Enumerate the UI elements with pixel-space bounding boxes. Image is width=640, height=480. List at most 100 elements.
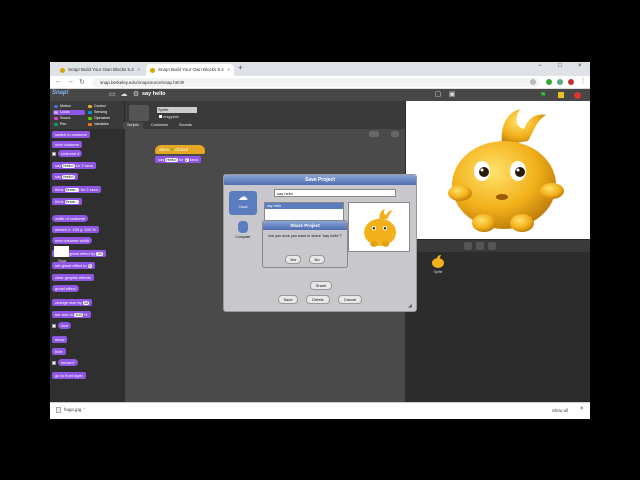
category-color-swatch [54, 123, 58, 126]
turtle-icon[interactable] [476, 242, 484, 250]
watcher-checkbox[interactable] [52, 361, 56, 365]
cancel-button[interactable]: Cancel [338, 295, 362, 304]
stop-icon[interactable] [574, 92, 581, 99]
browser-tab-2[interactable]: Snap! Build Your Own Blocks 5.4 × [146, 64, 234, 76]
block-stretch[interactable]: stretch x: 100 y: 100 % [52, 226, 99, 233]
stage-thumbnail[interactable]: Stage [53, 246, 71, 268]
watcher-checkbox[interactable] [52, 324, 56, 328]
block-size[interactable]: size [58, 322, 72, 329]
file-icon[interactable]: ▭ [108, 91, 116, 99]
chevron-down-icon[interactable]: ⌃ [83, 407, 87, 412]
stage[interactable] [406, 101, 590, 239]
block-say-for-secs[interactable]: say Hello! for 2 secs [52, 162, 97, 169]
cloud-icon: ☁ [238, 192, 248, 203]
block-shown[interactable]: shown? [58, 359, 78, 366]
category-operators[interactable]: Operators [87, 116, 119, 121]
sprite-thumbnail[interactable]: Sprite [430, 254, 446, 274]
extension-icon[interactable] [557, 79, 563, 85]
category-sound[interactable]: Sound [53, 116, 85, 121]
watcher-checkbox[interactable] [52, 152, 56, 156]
share-confirm-dialog: Share Project Are you sure you want to s… [262, 220, 348, 268]
category-looks[interactable]: Looks [53, 110, 85, 115]
hugo-thumbnail-icon [432, 255, 444, 268]
tab-costumes[interactable]: Costumes [147, 122, 172, 129]
green-flag-icon: ⚑ [170, 147, 174, 152]
no-button[interactable]: No [309, 255, 325, 264]
close-window-button[interactable]: × [578, 63, 582, 69]
block-costume-attribute[interactable]: width of costume [52, 215, 89, 222]
category-variables[interactable]: Variables [87, 122, 119, 127]
cloud-icon[interactable]: ☁ [120, 91, 128, 99]
category-pen[interactable]: Pen [53, 122, 85, 127]
reload-button[interactable]: ↻ [79, 78, 85, 86]
share-button[interactable]: Share [310, 281, 332, 290]
maximize-button[interactable]: □ [558, 63, 562, 69]
keyboard-icon[interactable] [391, 131, 399, 137]
category-sensing[interactable]: Sensing [87, 110, 119, 115]
block-costume-number[interactable]: costume # [58, 150, 83, 157]
avatar[interactable] [568, 79, 574, 85]
block-set-size[interactable]: set size to 100 % [52, 311, 91, 318]
block-new-costume[interactable]: new costume width [52, 237, 93, 244]
show-all-button[interactable]: Show all [552, 408, 568, 413]
resize-handle-icon[interactable]: ◢ [408, 303, 412, 309]
confirm-title[interactable]: Share Project [263, 221, 347, 230]
block-think[interactable]: think Hmm... [52, 198, 83, 205]
category-color-swatch [54, 111, 58, 114]
menu-icon[interactable]: ⋮ [580, 77, 586, 84]
new-tab-button[interactable]: + [238, 63, 243, 72]
undo-icon[interactable] [369, 131, 379, 137]
close-tab-icon[interactable]: × [227, 64, 230, 76]
block-show[interactable]: show [52, 336, 68, 343]
close-tab-icon[interactable]: × [137, 64, 140, 76]
app-mode-icon[interactable]: ▢ [434, 91, 442, 99]
block-say-for-secs[interactable]: say Hello! for 2 secs [155, 156, 202, 163]
gear-icon[interactable]: ⚙ [132, 91, 140, 99]
close-download-bar-button[interactable]: × [580, 406, 584, 412]
draggable-checkbox[interactable]: draggable [159, 115, 179, 119]
list-item[interactable]: say hello [265, 203, 343, 209]
back-button[interactable]: ← [55, 78, 62, 85]
download-item[interactable]: hugo.jpg ⌃ [56, 407, 86, 413]
sprite-name-field[interactable]: Sprite [157, 107, 197, 113]
source-cloud[interactable]: ☁ Cloud [229, 191, 257, 215]
block-hide[interactable]: hide [52, 348, 66, 355]
extension-icon[interactable] [546, 79, 552, 85]
delete-button[interactable]: Delete [306, 295, 330, 304]
category-motion[interactable]: Motion [53, 104, 85, 109]
block-next-costume[interactable]: next costume [52, 141, 82, 148]
star-icon[interactable] [530, 79, 536, 85]
block-ghost-effect[interactable]: ghost effect [52, 285, 79, 292]
block-switch-costume[interactable]: switch to costume [52, 131, 90, 138]
snap-favicon-icon [150, 68, 155, 73]
dialog-title[interactable]: Save Project [224, 175, 416, 185]
tab-sounds[interactable]: Sounds [175, 122, 196, 129]
snap-favicon-icon [60, 68, 65, 73]
forward-button[interactable]: → [67, 78, 74, 85]
block-go-to-front[interactable]: go to front layer [52, 372, 86, 379]
hugo-sprite-image[interactable] [442, 105, 572, 237]
snap-logo[interactable]: Snap! [52, 90, 69, 100]
block-when-flag-clicked[interactable]: when ⚑ clicked [155, 145, 205, 154]
pause-icon[interactable] [558, 92, 564, 98]
block-say[interactable]: say Hello! [52, 173, 78, 180]
browser-tab-1[interactable]: Snap! Build Your Own Blocks 5.4 × [56, 64, 144, 76]
save-button[interactable]: Save [278, 295, 298, 304]
block-think-for-secs[interactable]: think Hmm... for 2 secs [52, 186, 101, 193]
yes-button[interactable]: Yes [285, 255, 301, 264]
tab-scripts[interactable]: Scripts [123, 122, 143, 129]
paintbrush-icon[interactable] [464, 242, 472, 250]
project-name-field[interactable]: say hello [274, 189, 396, 197]
minimize-button[interactable]: − [538, 63, 542, 69]
source-computer[interactable]: Computer [229, 219, 257, 243]
block-change-size[interactable]: change size by 10 [52, 299, 93, 306]
green-flag-icon[interactable]: ⚑ [540, 91, 546, 99]
category-color-swatch [88, 123, 92, 126]
block-clear-effects[interactable]: clear graphic effects [52, 274, 94, 281]
category-control[interactable]: Control [87, 104, 119, 109]
hugo-thumbnail-image [364, 208, 397, 247]
stage-size-icon[interactable]: ▣ [448, 91, 456, 99]
url-field[interactable]: snap.berkeley.edu/snapsource/snap.html# [92, 78, 540, 87]
category-color-swatch [88, 117, 92, 120]
camera-icon[interactable] [488, 242, 496, 250]
